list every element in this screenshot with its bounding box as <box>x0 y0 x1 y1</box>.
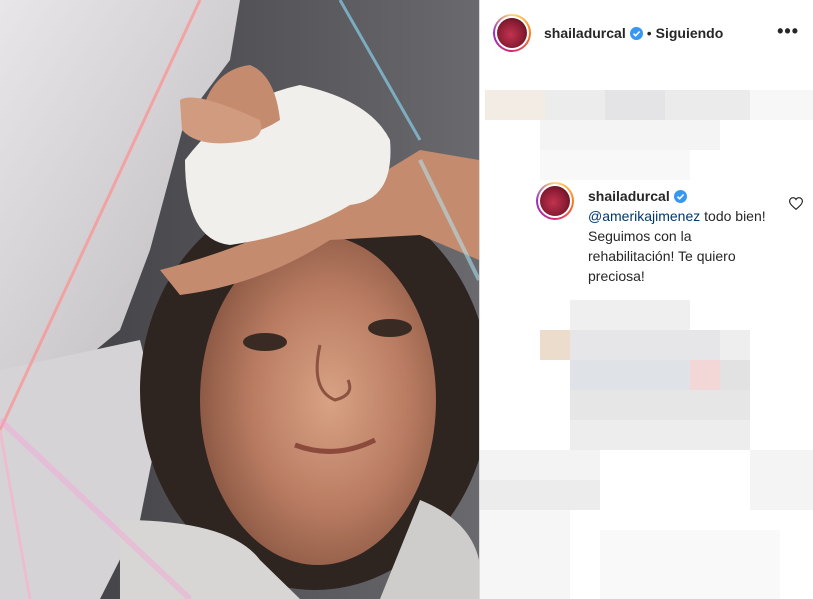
selfie-image <box>0 0 479 599</box>
comment-username[interactable]: shailadurcal <box>588 186 670 206</box>
comment-text: @amerikajimenez todo bien! Seguimos con … <box>588 206 768 286</box>
avatar[interactable] <box>493 14 531 52</box>
verified-badge-icon <box>629 26 643 40</box>
following-button[interactable]: Siguiendo <box>656 25 724 41</box>
comment-avatar[interactable] <box>536 182 574 220</box>
mention-link[interactable]: @amerikajimenez <box>588 208 700 224</box>
verified-badge-icon <box>673 189 687 203</box>
post-username[interactable]: shailadurcal <box>544 25 626 41</box>
more-options-icon[interactable]: ••• <box>777 22 799 40</box>
post-sidebar: shailadurcal • Siguiendo ••• shailadurca… <box>479 0 813 599</box>
separator-dot: • <box>646 25 652 41</box>
like-heart-icon[interactable] <box>789 197 803 210</box>
post-photo[interactable] <box>0 0 479 599</box>
pixelated-content <box>480 0 813 599</box>
post-header: shailadurcal • Siguiendo <box>480 0 813 66</box>
comment: shailadurcal @amerikajimenez todo bien! … <box>536 182 806 286</box>
comment-body: shailadurcal @amerikajimenez todo bien! … <box>588 182 768 286</box>
